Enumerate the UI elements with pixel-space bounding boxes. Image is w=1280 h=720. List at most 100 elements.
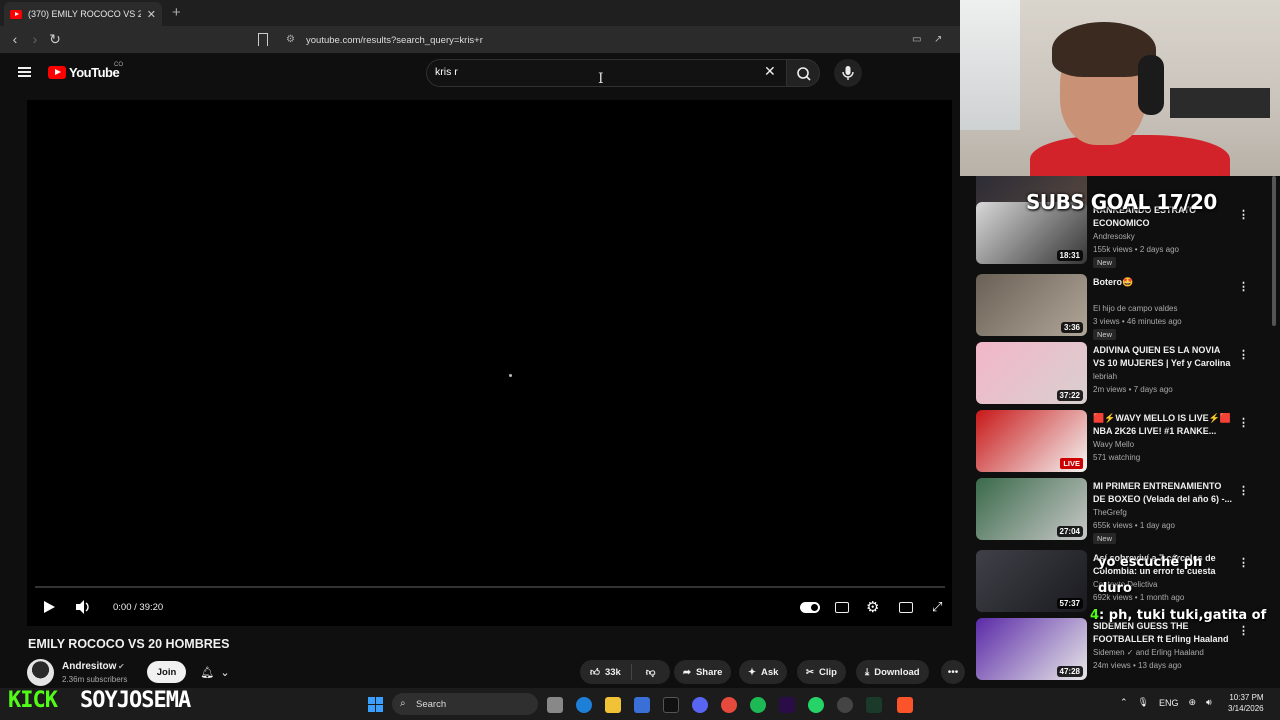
volume-button[interactable] [75,599,93,618]
cast-icon[interactable]: ▭ [912,34,921,45]
more-actions-icon[interactable]: ••• [941,660,965,684]
whatsapp-icon[interactable] [808,697,824,713]
search-box[interactable] [426,59,786,87]
speaker-icon[interactable]: 🔊︎ [1206,697,1212,708]
video-duration: 3:36 [1060,322,1083,333]
kebab-menu-icon[interactable]: ⋮ [1238,348,1249,361]
recommendation-channel[interactable]: Sidemen ✓ and Erling Haaland [1093,648,1204,657]
autoplay-toggle[interactable] [800,602,820,613]
recommendation-item[interactable]: 47:28 SIDEMEN GUESS THE FOOTBALLER ft Erl… [976,618,1266,682]
chat-message: 4: ph, tuki tuki,gatita of [1090,608,1266,623]
sidebar-scrollbar[interactable] [1272,176,1276,326]
kebab-menu-icon[interactable]: ⋮ [1238,208,1249,221]
text-cursor-icon: I [598,71,604,87]
browser-tab[interactable]: (370) EMILY ROCOCO VS 20 HOMBRES ✕ [4,2,162,26]
join-button[interactable]: Join [147,661,186,683]
share-page-icon[interactable]: ↗ [934,34,942,45]
forward-icon[interactable]: › [26,31,44,47]
channel-avatar[interactable] [27,659,54,686]
recommendation-meta: 2m views • 7 days ago [1093,385,1173,394]
spotify-icon[interactable] [750,697,766,713]
network-icon[interactable]: ⊕ [1189,697,1197,708]
site-settings-icon[interactable]: ⚙ [286,34,295,45]
terminal-icon[interactable] [866,697,882,713]
edge-icon[interactable] [576,697,592,713]
language-indicator[interactable]: ENG [1159,698,1179,708]
kebab-menu-icon[interactable]: ⋮ [1238,280,1249,293]
search-button[interactable] [786,59,820,87]
brave-icon[interactable] [897,697,913,713]
kebab-menu-icon[interactable]: ⋮ [1238,484,1249,497]
recommendation-item[interactable]: LIVE 🟥⚡WAVY MELLO IS LIVE⚡🟥NBA 2K26 LIVE!… [976,410,1266,474]
chat-message: yo escuché ph [1098,555,1202,570]
clip-button[interactable]: ✂ Clip [797,660,846,684]
subtitles-icon[interactable] [835,602,849,613]
task-view-icon[interactable] [547,697,563,713]
clock[interactable]: 10:37 PM 3/14/2026 [1228,692,1264,714]
windows-start-icon[interactable] [368,697,383,712]
progress-bar[interactable] [35,586,945,588]
microphone-tray-icon[interactable]: 🎙︎ [1138,697,1149,708]
premiere-icon[interactable] [779,697,795,713]
recommendation-channel[interactable]: TheGrefg [1093,508,1127,517]
menu-icon[interactable] [18,67,31,77]
theater-mode-icon[interactable] [899,602,913,613]
store-icon[interactable] [634,697,650,713]
like-button[interactable]: 👍︎ 33k [580,664,632,680]
kebab-menu-icon[interactable]: ⋮ [1238,624,1249,637]
tiktok-icon[interactable] [663,697,679,713]
recommendation-item[interactable]: 37:22 ADIVINA QUIEN ES LA NOVIA VS 10 MUJ… [976,342,1266,406]
youtube-logo[interactable]: YouTube [48,65,120,80]
reload-icon[interactable]: ↻ [46,31,64,48]
show-hidden-icon[interactable]: ⌃ [1120,697,1128,708]
youtube-wordmark: YouTube [69,65,120,80]
recommendation-title[interactable]: SIDEMEN GUESS THE FOOTBALLER ft Erling H… [1093,620,1233,646]
voice-search-button[interactable] [834,59,862,87]
recommendation-meta: 24m views • 13 days ago [1093,661,1182,670]
back-icon[interactable]: ‹ [6,31,24,47]
thumbs-down-icon: 👎︎ [645,667,656,678]
url-field[interactable]: youtube.com/results?search_query=kris+r [280,30,950,50]
download-button[interactable]: ⤓ Download [856,660,929,684]
video-thumbnail[interactable]: 47:28 [976,618,1087,680]
ask-button[interactable]: ✦ Ask [739,660,788,684]
video-thumbnail[interactable]: 57:37 [976,550,1087,612]
taskbar-search[interactable]: Search [392,693,538,715]
video-thumbnail[interactable]: LIVE [976,410,1087,472]
share-button[interactable]: ➦ Share [674,660,732,684]
recommendation-item[interactable]: 27:04 MI PRIMER ENTRENAMIENTO DE BOXEO (V… [976,478,1266,544]
notifications-button[interactable]: 🔔︎ ⌄ [192,661,238,683]
recommendation-title[interactable]: Botero🤩 [1093,276,1233,289]
bookmark-icon[interactable] [258,33,268,46]
new-badge: New [1093,329,1117,340]
discord-icon[interactable] [692,697,708,713]
recommendation-channel[interactable]: lebriah [1093,372,1117,381]
channel-name[interactable]: Andresitow [62,661,116,672]
clear-search-icon[interactable]: ✕ [764,63,776,80]
recommendation-title[interactable]: ADIVINA QUIEN ES LA NOVIA VS 10 MUJERES … [1093,344,1233,370]
file-explorer-icon[interactable] [605,697,621,713]
tab-close-icon[interactable]: ✕ [147,8,156,21]
dislike-button[interactable]: 👎︎ [637,666,665,678]
video-thumbnail[interactable]: 3:36 [976,274,1087,336]
recommendation-channel[interactable]: Wavy Mello [1093,440,1134,449]
recommendation-channel[interactable]: Andresosky [1093,232,1135,241]
settings-gear-icon[interactable]: ⚙ [866,598,879,616]
recommendation-item[interactable]: 3:36 Botero🤩 El hijo de campo valdes 3 view… [976,274,1266,340]
play-button[interactable] [42,599,56,618]
recommendation-channel[interactable]: El hijo de campo valdes [1093,304,1178,313]
obs-icon[interactable] [837,697,853,713]
search-input[interactable] [435,66,755,78]
video-title: EMILY ROCOCO VS 20 HOMBRES [28,637,230,651]
chrome-icon[interactable] [721,697,737,713]
country-code: CO [114,62,123,68]
video-thumbnail[interactable]: 37:22 [976,342,1087,404]
video-thumbnail[interactable]: 27:04 [976,478,1087,540]
kebab-menu-icon[interactable]: ⋮ [1238,416,1249,429]
recommendation-title[interactable]: 🟥⚡WAVY MELLO IS LIVE⚡🟥NBA 2K26 LIVE! #1 … [1093,412,1233,438]
new-tab-icon[interactable]: + [172,4,181,21]
fullscreen-icon[interactable]: ⤢ [932,599,942,615]
recommendation-title[interactable]: MI PRIMER ENTRENAMIENTO DE BOXEO (Velada… [1093,480,1233,506]
kebab-menu-icon[interactable]: ⋮ [1238,556,1249,569]
video-player[interactable] [27,100,952,626]
